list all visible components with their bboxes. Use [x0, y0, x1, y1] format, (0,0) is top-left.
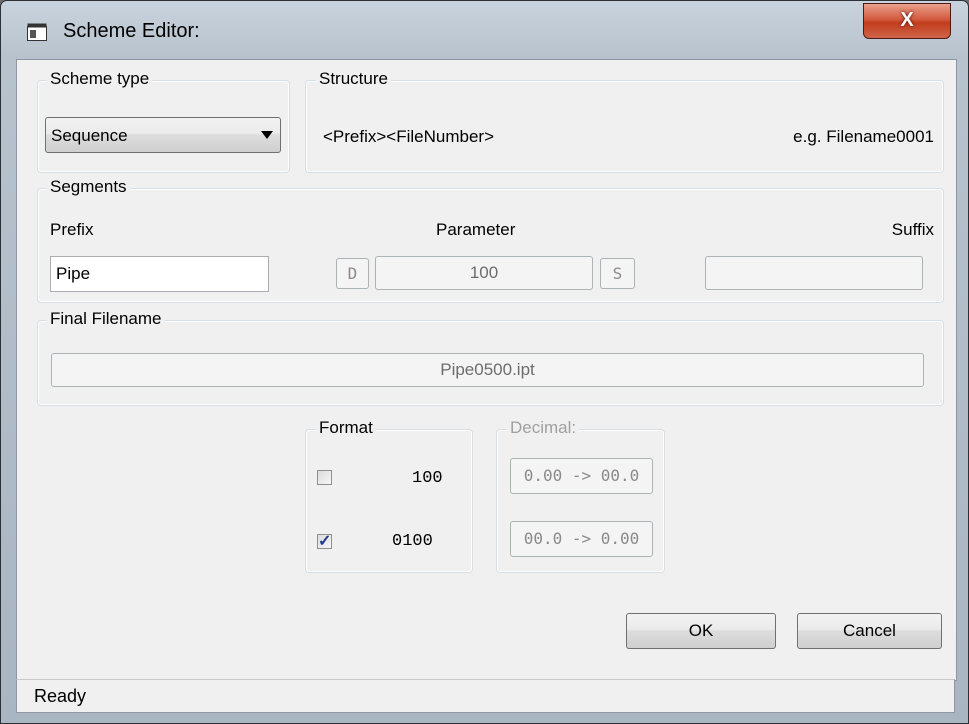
decimal-group: Decimal: 0.00 -> 00.0 00.0 -> 0.00 [496, 418, 665, 573]
suffix-input[interactable] [705, 256, 923, 290]
format-100-label: 100 [412, 469, 443, 488]
prefix-label: Prefix [50, 220, 94, 239]
parameter-label: Parameter [436, 220, 516, 239]
decimal-button-2-label: 00.0 -> 0.00 [523, 529, 640, 548]
format-0100-checkbox[interactable]: ✓ [317, 533, 332, 550]
segments-group: Segments Prefix Parameter Suffix Pipe D … [37, 177, 944, 303]
dialog-body: Scheme type Sequence Structure <Prefix><… [16, 59, 957, 681]
format-title: Format [316, 418, 376, 438]
cancel-button[interactable]: Cancel [797, 613, 942, 649]
chevron-down-icon [261, 131, 273, 139]
scheme-type-selected: Sequence [51, 126, 128, 145]
parameter-value: 100 [469, 263, 499, 282]
window-title: Scheme Editor: [63, 20, 200, 42]
close-icon: X [900, 9, 914, 31]
structure-title: Structure [316, 69, 391, 89]
decimal-button-2[interactable]: 00.0 -> 0.00 [510, 521, 653, 557]
structure-pattern: <Prefix><FileNumber> [323, 127, 495, 146]
title-bar[interactable]: Scheme Editor: X [1, 1, 968, 59]
ok-button[interactable]: OK [626, 613, 776, 649]
structure-example: e.g. Filename0001 [793, 127, 934, 146]
prefix-input[interactable]: Pipe [50, 256, 269, 292]
status-bar: Ready [16, 679, 955, 713]
decimal-title: Decimal: [507, 418, 580, 438]
decrement-button[interactable]: D [336, 258, 369, 289]
window-app-icon [27, 23, 47, 41]
format-0100-label: 0100 [392, 532, 433, 551]
final-filename-value: Pipe0500.ipt [440, 360, 535, 379]
scheme-type-group: Scheme type Sequence [37, 69, 290, 173]
checkmark-icon: ✓ [318, 533, 332, 550]
parameter-field[interactable]: 100 [375, 256, 593, 290]
format-100-checkbox[interactable] [317, 470, 332, 485]
structure-group: Structure <Prefix><FileNumber> e.g. File… [305, 69, 944, 173]
suffix-label: Suffix [891, 220, 934, 239]
decimal-button-1-label: 0.00 -> 00.0 [523, 466, 640, 485]
scheme-type-dropdown[interactable]: Sequence [45, 117, 281, 153]
final-filename-title: Final Filename [47, 309, 165, 329]
final-filename-field: Pipe0500.ipt [51, 353, 924, 387]
scheme-editor-window: Scheme Editor: X Scheme type Sequence St… [0, 0, 969, 724]
status-text: Ready [34, 686, 87, 706]
decimal-button-1[interactable]: 0.00 -> 00.0 [510, 458, 653, 494]
final-filename-group: Final Filename Pipe0500.ipt [37, 309, 944, 406]
format-group: Format 100 ✓ 0100 [305, 418, 473, 573]
cancel-button-label: Cancel [843, 621, 896, 640]
increment-button[interactable]: S [600, 258, 635, 289]
scheme-type-title: Scheme type [47, 69, 153, 89]
decrement-label: D [347, 264, 358, 283]
close-button[interactable]: X [863, 3, 951, 39]
increment-label: S [612, 264, 623, 283]
segments-title: Segments [47, 177, 130, 197]
prefix-value: Pipe [56, 264, 91, 283]
ok-button-label: OK [688, 621, 714, 640]
